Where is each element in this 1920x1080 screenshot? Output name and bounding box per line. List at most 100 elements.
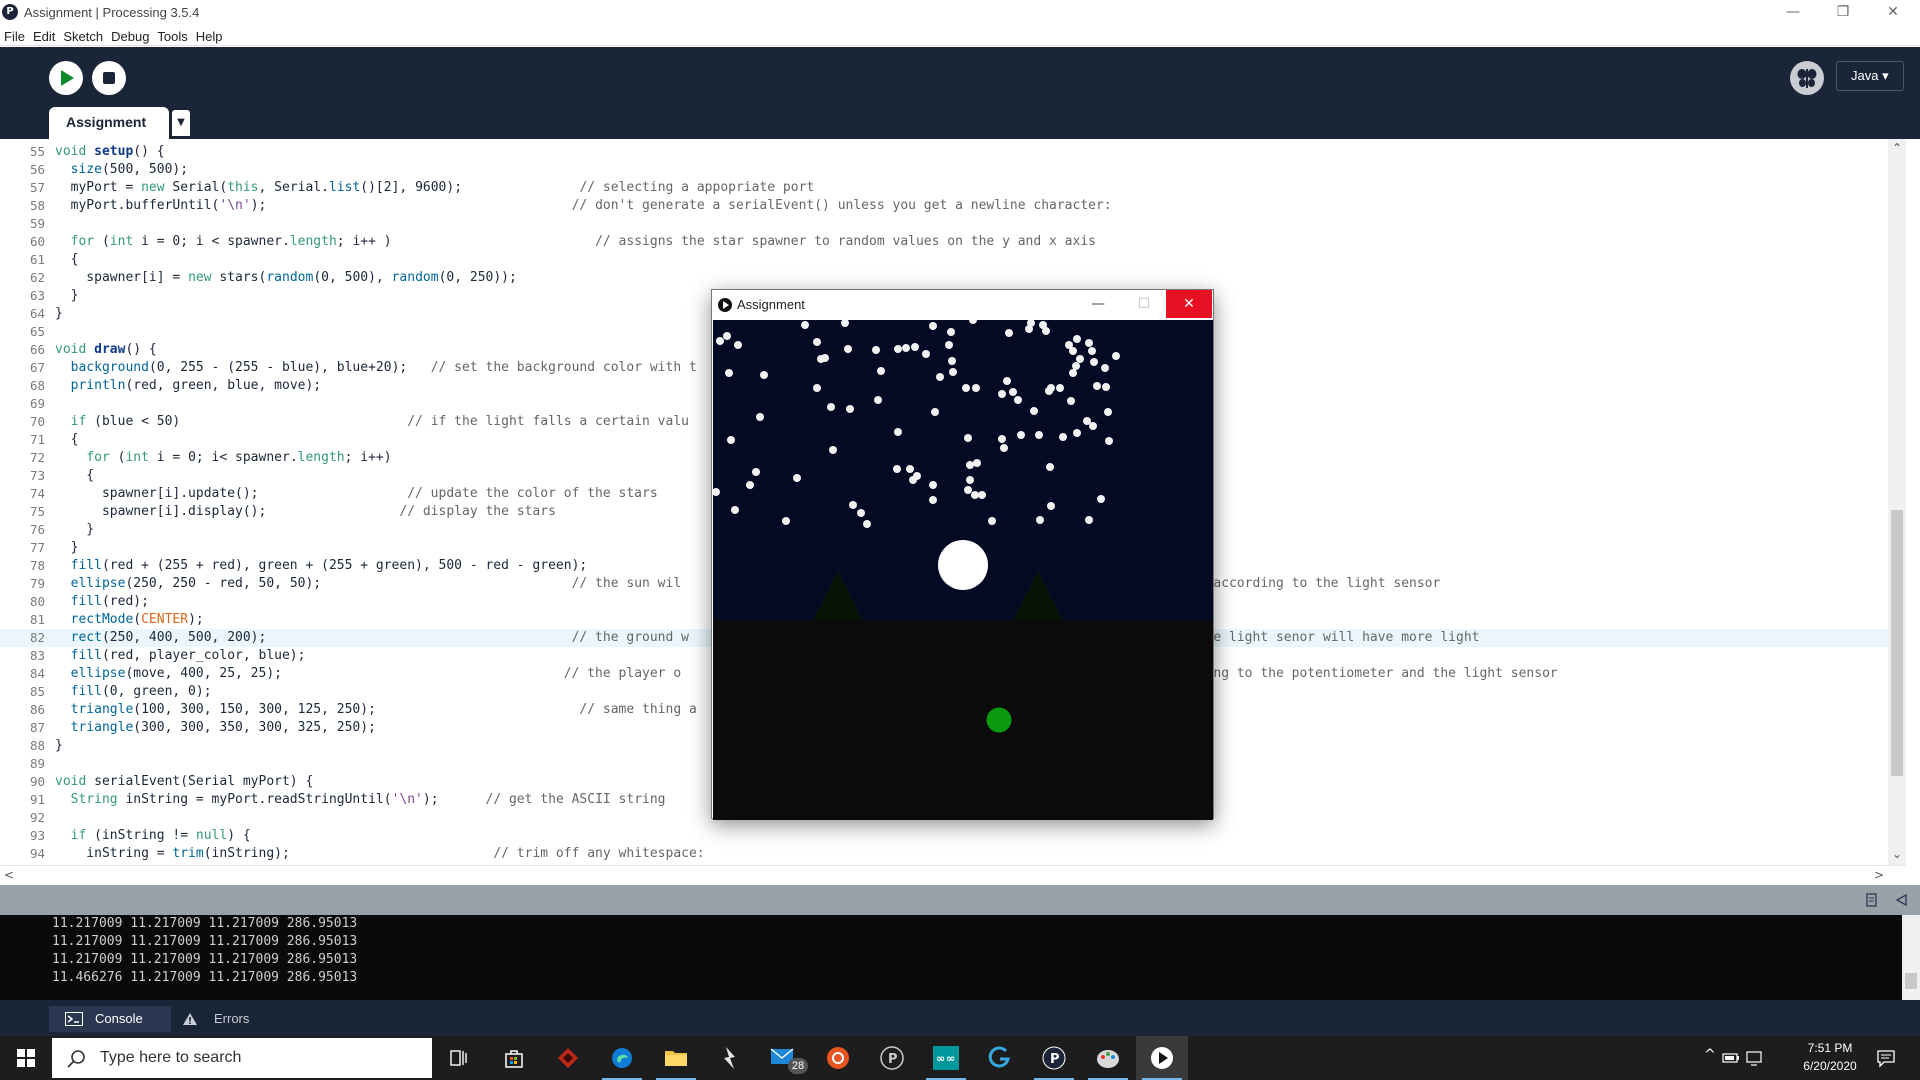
edge-browser-icon[interactable] xyxy=(596,1036,648,1080)
code-text[interactable]: void setup() { xyxy=(55,143,165,161)
code-text[interactable]: { xyxy=(55,431,79,449)
start-button[interactable] xyxy=(0,1036,52,1080)
file-explorer-icon[interactable] xyxy=(650,1036,702,1080)
scroll-up-icon[interactable]: ⌃ xyxy=(1892,141,1902,155)
code-text[interactable]: inString = trim(inString); // trim off a… xyxy=(55,845,704,863)
code-text[interactable]: background(0, 255 - (255 - blue), blue+2… xyxy=(55,359,697,377)
code-text[interactable]: spawner[i].update(); // update the color… xyxy=(55,485,658,503)
code-text[interactable]: fill(red + (255 + red), green + (255 + g… xyxy=(55,557,588,575)
run-button[interactable] xyxy=(49,61,83,95)
code-text[interactable]: { xyxy=(55,467,94,485)
code-text[interactable]: String inString = myPort.readStringUntil… xyxy=(55,791,666,809)
console-scroll-thumb[interactable] xyxy=(1905,973,1917,989)
menu-file[interactable]: File xyxy=(4,27,25,47)
code-text[interactable]: void serialEvent(Serial myPort) { xyxy=(55,773,313,791)
notifications-icon[interactable] xyxy=(1876,1048,1896,1068)
task-view-icon[interactable] xyxy=(432,1036,484,1080)
scroll-down-icon[interactable]: ⌄ xyxy=(1892,847,1902,861)
code-text[interactable]: } xyxy=(55,521,94,539)
restore-button[interactable]: ❐ xyxy=(1820,0,1866,26)
sketch-close-button[interactable]: ✕ xyxy=(1166,290,1212,318)
tab-menu-chevron-icon[interactable]: ▼ xyxy=(172,110,190,136)
clock-time[interactable]: 7:51 PM xyxy=(1790,1041,1870,1055)
mode-select[interactable]: Java ▾ xyxy=(1836,61,1904,91)
editor-horizontal-scrollbar[interactable]: < > xyxy=(0,865,1906,885)
store-icon[interactable] xyxy=(488,1036,540,1080)
code-text[interactable]: spawner[i].display(); // display the sta… xyxy=(55,503,556,521)
code-line[interactable]: 60 for (int i = 0; i < spawner.length; i… xyxy=(0,233,1888,251)
taskbar-search[interactable]: Type here to search xyxy=(52,1038,432,1078)
tray-chevron-icon[interactable]: ^ xyxy=(1704,1047,1716,1063)
battery-icon[interactable] xyxy=(1722,1050,1740,1066)
close-button[interactable]: ✕ xyxy=(1870,0,1916,26)
code-text[interactable]: spawner[i] = new stars(random(0, 500), r… xyxy=(55,269,517,287)
code-text[interactable]: fill(red, player_color, blue); xyxy=(55,647,306,665)
menu-debug[interactable]: Debug xyxy=(111,27,149,47)
star xyxy=(1104,408,1112,416)
sketch-minimize-button[interactable]: — xyxy=(1075,290,1121,318)
collapse-icon[interactable] xyxy=(1894,893,1908,907)
sketch-task-icon[interactable] xyxy=(1136,1036,1188,1080)
processing-editor-icon[interactable]: P xyxy=(1028,1036,1080,1080)
code-line[interactable]: 93 if (inString != null) { xyxy=(0,827,1888,845)
editor-scroll-thumb[interactable] xyxy=(1891,510,1903,776)
code-text[interactable]: triangle(300, 300, 350, 300, 325, 250); xyxy=(55,719,376,737)
menu-sketch[interactable]: Sketch xyxy=(63,27,103,47)
code-line[interactable]: 55 void setup() { xyxy=(0,143,1888,161)
sketch-canvas[interactable] xyxy=(713,320,1213,820)
tab-console[interactable]: Console xyxy=(49,1006,171,1032)
code-text[interactable]: } xyxy=(55,305,63,323)
sketch-maximize-button[interactable]: ☐ xyxy=(1121,290,1167,318)
console-scrollbar[interactable] xyxy=(1902,915,1920,1000)
lightning-app-icon[interactable] xyxy=(704,1036,756,1080)
code-line[interactable]: 94 inString = trim(inString); // trim of… xyxy=(0,845,1888,863)
menu-tools[interactable]: Tools xyxy=(157,27,187,47)
code-text[interactable]: } xyxy=(55,287,79,305)
code-line[interactable]: 58 myPort.bufferUntil('\n'); // don't ge… xyxy=(0,197,1888,215)
red-app-icon[interactable] xyxy=(542,1036,594,1080)
star xyxy=(949,368,957,376)
code-line[interactable]: 59 xyxy=(0,215,1888,233)
sketch-titlebar[interactable]: Assignment — ☐ ✕ xyxy=(712,290,1213,320)
code-text[interactable]: for (int i = 0; i < spawner.length; i++ … xyxy=(55,233,1096,251)
code-text[interactable]: fill(0, green, 0); xyxy=(55,683,212,701)
code-text[interactable]: triangle(100, 300, 150, 300, 125, 250); … xyxy=(55,701,697,719)
sketch-window[interactable]: Assignment — ☐ ✕ xyxy=(711,289,1214,820)
network-icon[interactable] xyxy=(1745,1049,1763,1067)
tab-errors[interactable]: Errors xyxy=(176,1006,276,1032)
clock-date[interactable]: 6/20/2020 xyxy=(1790,1059,1870,1073)
scroll-left-icon[interactable]: < xyxy=(4,868,14,882)
code-text[interactable]: } xyxy=(55,539,79,557)
arduino-icon[interactable]: ∞ ∞ xyxy=(920,1036,972,1080)
code-text[interactable]: rectMode(CENTER); xyxy=(55,611,204,629)
mail-icon[interactable]: 28 xyxy=(758,1036,810,1080)
code-text[interactable]: fill(red); xyxy=(55,593,149,611)
code-text[interactable]: { xyxy=(55,251,79,269)
paint-icon[interactable] xyxy=(1082,1036,1134,1080)
ubuntu-icon[interactable] xyxy=(812,1036,864,1080)
code-line[interactable]: 61 { xyxy=(0,251,1888,269)
logitech-g-icon[interactable] xyxy=(974,1036,1026,1080)
svg-text:∞: ∞ xyxy=(936,1052,945,1065)
code-text[interactable]: myPort = new Serial(this, Serial.list()[… xyxy=(55,179,815,197)
processing-app-icon[interactable]: P xyxy=(866,1036,918,1080)
code-line[interactable]: 62 spawner[i] = new stars(random(0, 500)… xyxy=(0,269,1888,287)
menu-help[interactable]: Help xyxy=(196,27,223,47)
code-text[interactable]: myPort.bufferUntil('\n'); // don't gener… xyxy=(55,197,1112,215)
copy-icon[interactable] xyxy=(1864,892,1880,908)
stop-button[interactable] xyxy=(92,61,126,95)
debugger-icon[interactable] xyxy=(1790,61,1824,95)
code-text[interactable]: void draw() { xyxy=(55,341,157,359)
menu-edit[interactable]: Edit xyxy=(33,27,55,47)
code-text[interactable]: size(500, 500); xyxy=(55,161,188,179)
scroll-right-icon[interactable]: > xyxy=(1874,868,1884,882)
tab-assignment[interactable]: Assignment xyxy=(49,107,169,139)
code-line[interactable]: 56 size(500, 500); xyxy=(0,161,1888,179)
code-text[interactable]: if (inString != null) { xyxy=(55,827,251,845)
code-text[interactable]: println(red, green, blue, move); xyxy=(55,377,321,395)
code-text[interactable]: if (blue < 50) // if the light falls a c… xyxy=(55,413,689,431)
code-line[interactable]: 57 myPort = new Serial(this, Serial.list… xyxy=(0,179,1888,197)
code-text[interactable]: for (int i = 0; i< spawner.length; i++) xyxy=(55,449,391,467)
code-text[interactable]: } xyxy=(55,737,63,755)
minimize-button[interactable]: — xyxy=(1770,0,1816,26)
